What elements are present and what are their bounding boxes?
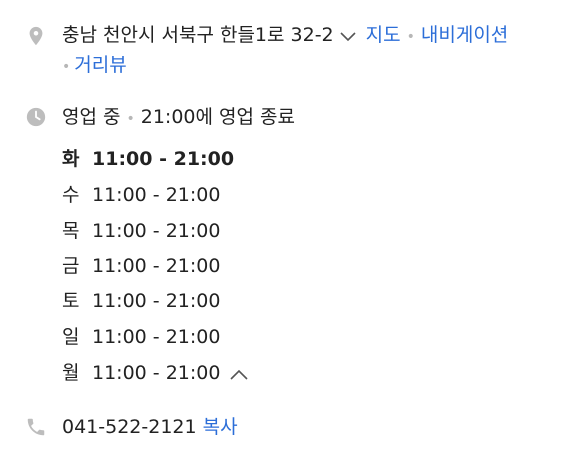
navigation-link[interactable]: 내비게이션 xyxy=(421,24,508,46)
location-pin-icon xyxy=(25,25,47,47)
phone-icon xyxy=(25,416,47,438)
hours-row: 목 11:00 - 21:00 xyxy=(62,218,220,244)
day-label: 목 xyxy=(62,220,80,242)
address-row: 충남 천안시 서북구 한들1로 32-2 지도 • 내비게이션 • 거리뷰 xyxy=(0,22,580,82)
map-link[interactable]: 지도 xyxy=(366,24,401,46)
time-range: 11:00 - 21:00 xyxy=(92,220,221,242)
chevron-up-icon[interactable] xyxy=(230,361,249,387)
address-text: 충남 천안시 서북구 한들1로 32-2 xyxy=(62,24,334,46)
phone-number[interactable]: 041-522-2121 xyxy=(62,416,197,438)
day-label: 토 xyxy=(62,290,80,312)
phone-row: 041-522-2121 복사 xyxy=(0,414,580,442)
hours-row: 토 11:00 - 21:00 xyxy=(62,288,220,314)
time-range: 11:00 - 21:00 xyxy=(92,362,221,384)
time-range: 11:00 - 21:00 xyxy=(92,255,221,277)
copy-button[interactable]: 복사 xyxy=(203,416,238,438)
day-label: 화 xyxy=(62,148,80,170)
separator-dot: • xyxy=(62,59,71,75)
hours-row: 일 11:00 - 21:00 xyxy=(62,324,220,350)
day-label: 일 xyxy=(62,326,80,348)
close-time-info: 21:00에 영업 종료 xyxy=(140,106,295,128)
time-range: 11:00 - 21:00 xyxy=(92,326,221,348)
day-label: 금 xyxy=(62,255,80,277)
hours-row-today: 화 11:00 - 21:00 xyxy=(62,146,234,172)
street-view-link[interactable]: 거리뷰 xyxy=(74,54,126,76)
time-range: 11:00 - 21:00 xyxy=(92,184,221,206)
separator-dot: • xyxy=(126,111,135,127)
day-label: 월 xyxy=(62,362,80,384)
hours-row: 월 11:00 - 21:00 xyxy=(62,360,249,387)
hours-row: 수 11:00 - 21:00 xyxy=(62,182,220,208)
day-label: 수 xyxy=(62,184,80,206)
separator-dot: • xyxy=(406,29,415,45)
chevron-down-icon[interactable] xyxy=(340,23,356,49)
time-range: 11:00 - 21:00 xyxy=(92,290,221,312)
clock-icon xyxy=(25,106,47,128)
time-range: 11:00 - 21:00 xyxy=(92,148,235,170)
hours-row: 금 11:00 - 21:00 xyxy=(62,253,220,279)
open-status: 영업 중 xyxy=(62,106,121,128)
business-status-row: 영업 중 • 21:00에 영업 종료 xyxy=(0,104,580,132)
